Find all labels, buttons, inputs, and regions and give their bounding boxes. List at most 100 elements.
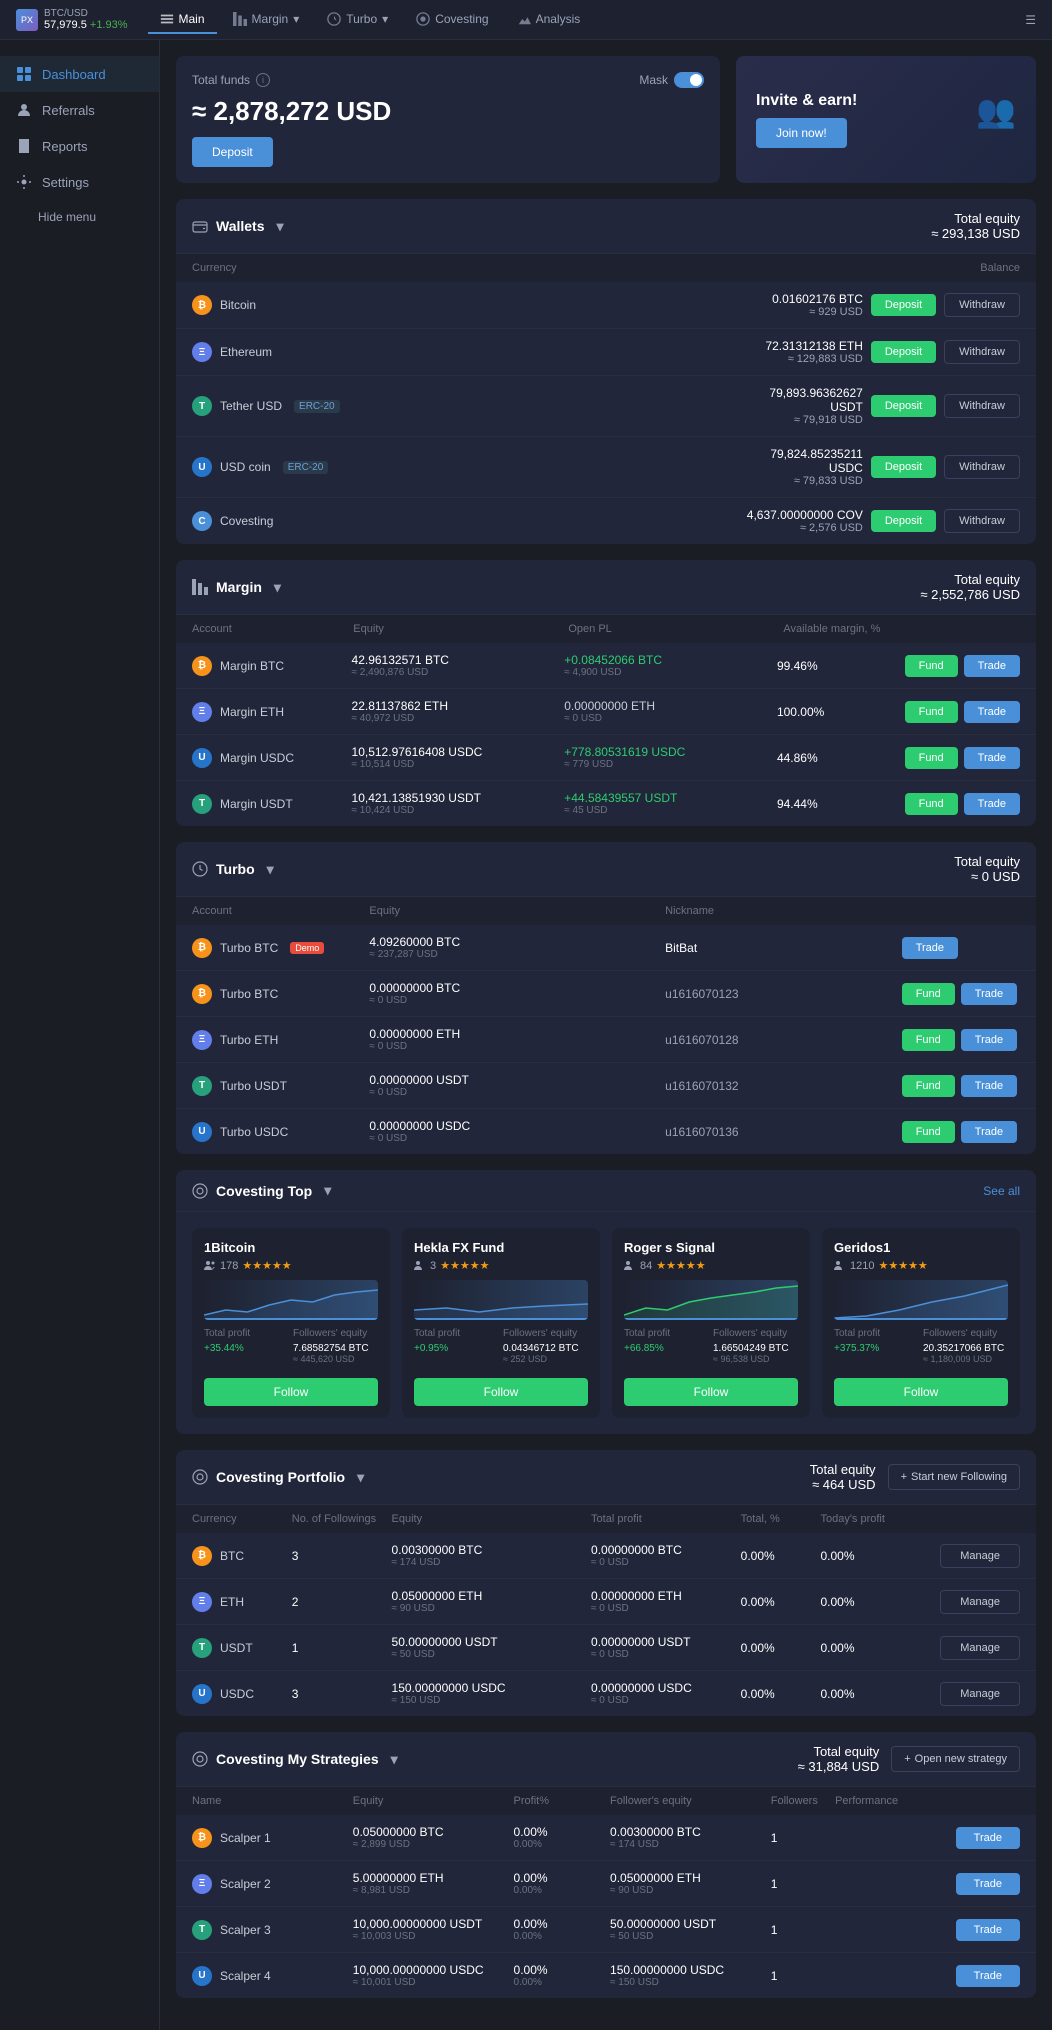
deposit-eth-button[interactable]: Deposit — [871, 341, 936, 363]
tab-main[interactable]: Main — [148, 6, 217, 34]
cov-metrics-geridos: Total profit Followers' equity +375.37% … — [834, 1328, 1008, 1364]
tab-margin[interactable]: Margin ▾ — [221, 6, 312, 34]
trade-turbo-btc[interactable]: Trade — [961, 983, 1017, 1005]
strategy-follower-eq-2: 0.05000000 ETH ≈ 90 USD — [610, 1871, 771, 1896]
strategy-followers-3: 1 — [771, 1923, 835, 1937]
wallet-balance-usdt: 79,893.96362627 USDT ≈ 79,918 USD — [744, 386, 863, 426]
portfolio-row-usdc: U USDC 3 150.00000000 USDC ≈ 150 USD 0.0… — [176, 1671, 1036, 1716]
deposit-button[interactable]: Deposit — [192, 137, 273, 167]
sidebar-item-dashboard[interactable]: Dashboard — [0, 56, 159, 92]
follow-button-hekla[interactable]: Follow — [414, 1378, 588, 1406]
manage-btc-button[interactable]: Manage — [940, 1544, 1020, 1568]
open-strategy-button[interactable]: + Open new strategy — [891, 1746, 1020, 1772]
trade-strategy-3[interactable]: Trade — [956, 1919, 1020, 1941]
wallets-chevron[interactable]: ▾ — [277, 218, 284, 235]
manage-eth-button[interactable]: Manage — [940, 1590, 1020, 1614]
trade-eth-button[interactable]: Trade — [964, 701, 1020, 723]
withdraw-eth-button[interactable]: Withdraw — [944, 340, 1020, 364]
wallets-title: Wallets ▾ — [192, 218, 284, 235]
cov-metrics-roger: Total profit Followers' equity +66.85% 1… — [624, 1328, 798, 1364]
portfolio-name-usdc: U USDC — [192, 1684, 292, 1704]
fund-turbo-usdc[interactable]: Fund — [902, 1121, 955, 1143]
portfolio-label-usdt: USDT — [220, 1641, 253, 1655]
margin-pl-usdc: +778.80531619 USDC ≈ 779 USD — [564, 745, 777, 770]
trade-btc-button[interactable]: Trade — [964, 655, 1020, 677]
trade-turbo-btc-demo[interactable]: Trade — [902, 937, 958, 959]
trade-strategy-4[interactable]: Trade — [956, 1965, 1020, 1987]
sidebar-item-reports[interactable]: Reports — [0, 128, 159, 164]
portfolio-total-pct-usdc: 0.00% — [741, 1687, 821, 1701]
strategy-follower-eq-3: 50.00000000 USDT ≈ 50 USD — [610, 1917, 771, 1942]
trade-turbo-usdt[interactable]: Trade — [961, 1075, 1017, 1097]
fund-turbo-btc[interactable]: Fund — [902, 983, 955, 1005]
hide-menu-button[interactable]: Hide menu — [0, 200, 159, 234]
withdraw-cov-button[interactable]: Withdraw — [944, 509, 1020, 533]
trade-usdc-button[interactable]: Trade — [964, 747, 1020, 769]
deposit-btc-button[interactable]: Deposit — [871, 294, 936, 316]
fund-usdt-button[interactable]: Fund — [905, 793, 958, 815]
start-following-button[interactable]: + Start new Following — [888, 1464, 1020, 1490]
covesting-top-grid: 1Bitcoin 178 ★★★★★ Total profit — [176, 1212, 1036, 1434]
follow-button-geridos[interactable]: Follow — [834, 1378, 1008, 1406]
trade-strategy-2[interactable]: Trade — [956, 1873, 1020, 1895]
fund-turbo-usdt[interactable]: Fund — [902, 1075, 955, 1097]
deposit-usdc-button[interactable]: Deposit — [871, 456, 936, 478]
covesting-portfolio-icon — [192, 1469, 208, 1485]
follow-button-1bitcoin[interactable]: Follow — [204, 1378, 378, 1406]
turbo-actions-usdt: Fund Trade — [902, 1075, 1020, 1097]
cov-name-geridos: Geridos1 — [834, 1240, 1008, 1255]
turbo-chevron[interactable]: ▾ — [267, 861, 274, 878]
fund-btc-button[interactable]: Fund — [905, 655, 958, 677]
margin-name-eth: Ξ Margin ETH — [192, 702, 352, 722]
sidebar-item-referrals[interactable]: Referrals — [0, 92, 159, 128]
withdraw-btc-button[interactable]: Withdraw — [944, 293, 1020, 317]
margin-chevron[interactable]: ▾ — [274, 579, 281, 596]
turbo-name-usdt: T Turbo USDT — [192, 1076, 369, 1096]
fund-turbo-eth[interactable]: Fund — [902, 1029, 955, 1051]
strategy-name-2: Ξ Scalper 2 — [192, 1874, 353, 1894]
margin-pl-usdt: +44.58439557 USDT ≈ 45 USD — [564, 791, 777, 816]
fund-eth-button[interactable]: Fund — [905, 701, 958, 723]
portfolio-chevron[interactable]: ▾ — [357, 1469, 364, 1486]
price-value: 57,979.5 +1.93% — [44, 19, 128, 31]
withdraw-usdc-button[interactable]: Withdraw — [944, 455, 1020, 479]
eth-coin-icon: Ξ — [192, 342, 212, 362]
strategies-chevron[interactable]: ▾ — [391, 1751, 398, 1768]
deposit-usdt-button[interactable]: Deposit — [871, 395, 936, 417]
cov-chart-roger — [624, 1280, 798, 1320]
sidebar-item-settings[interactable]: Settings — [0, 164, 159, 200]
info-icon[interactable]: i — [256, 73, 270, 87]
see-all-button[interactable]: See all — [983, 1184, 1020, 1198]
tab-covesting[interactable]: Covesting — [404, 6, 500, 34]
strategy-name-3: T Scalper 3 — [192, 1920, 353, 1940]
turbo-row-usdc: U Turbo USDC 0.00000000 USDC ≈ 0 USD u16… — [176, 1109, 1036, 1154]
strategy-3-icon: T — [192, 1920, 212, 1940]
strategies-icon — [192, 1751, 208, 1767]
tab-analysis[interactable]: Analysis — [505, 6, 593, 34]
trade-turbo-eth[interactable]: Trade — [961, 1029, 1017, 1051]
wallet-row-btc: ₿ Bitcoin 0.01602176 BTC ≈ 929 USD Depos… — [176, 282, 1036, 329]
wallets-table-header: Currency Balance — [176, 254, 1036, 282]
nav-tabs: Main Margin ▾ Turbo ▾ Covesting Analysis — [148, 6, 1026, 34]
join-button[interactable]: Join now! — [756, 118, 847, 148]
trade-strategy-1[interactable]: Trade — [956, 1827, 1020, 1849]
strategies-card: Covesting My Strategies ▾ Total equity ≈… — [176, 1732, 1036, 1998]
deposit-cov-button[interactable]: Deposit — [871, 510, 936, 532]
manage-usdt-button[interactable]: Manage — [940, 1636, 1020, 1660]
turbo-label-btc: Turbo BTC — [220, 987, 278, 1001]
margin-title: Margin ▾ — [192, 579, 281, 596]
brand-icon: PX — [16, 9, 38, 31]
strategy-equity-2: 5.00000000 ETH ≈ 8,981 USD — [353, 1871, 514, 1896]
covesting-top-chevron[interactable]: ▾ — [324, 1182, 331, 1199]
fund-usdc-button[interactable]: Fund — [905, 747, 958, 769]
trade-turbo-usdc[interactable]: Trade — [961, 1121, 1017, 1143]
mask-toggle[interactable] — [674, 72, 704, 88]
withdraw-usdt-button[interactable]: Withdraw — [944, 394, 1020, 418]
wallet-row-cov: C Covesting 4,637.00000000 COV ≈ 2,576 U… — [176, 498, 1036, 544]
trade-usdt-button[interactable]: Trade — [964, 793, 1020, 815]
manage-usdc-button[interactable]: Manage — [940, 1682, 1020, 1706]
portfolio-today-eth: 0.00% — [820, 1595, 940, 1609]
follow-button-roger[interactable]: Follow — [624, 1378, 798, 1406]
hamburger-icon[interactable]: ☰ — [1025, 13, 1036, 27]
tab-turbo[interactable]: Turbo ▾ — [315, 6, 400, 34]
